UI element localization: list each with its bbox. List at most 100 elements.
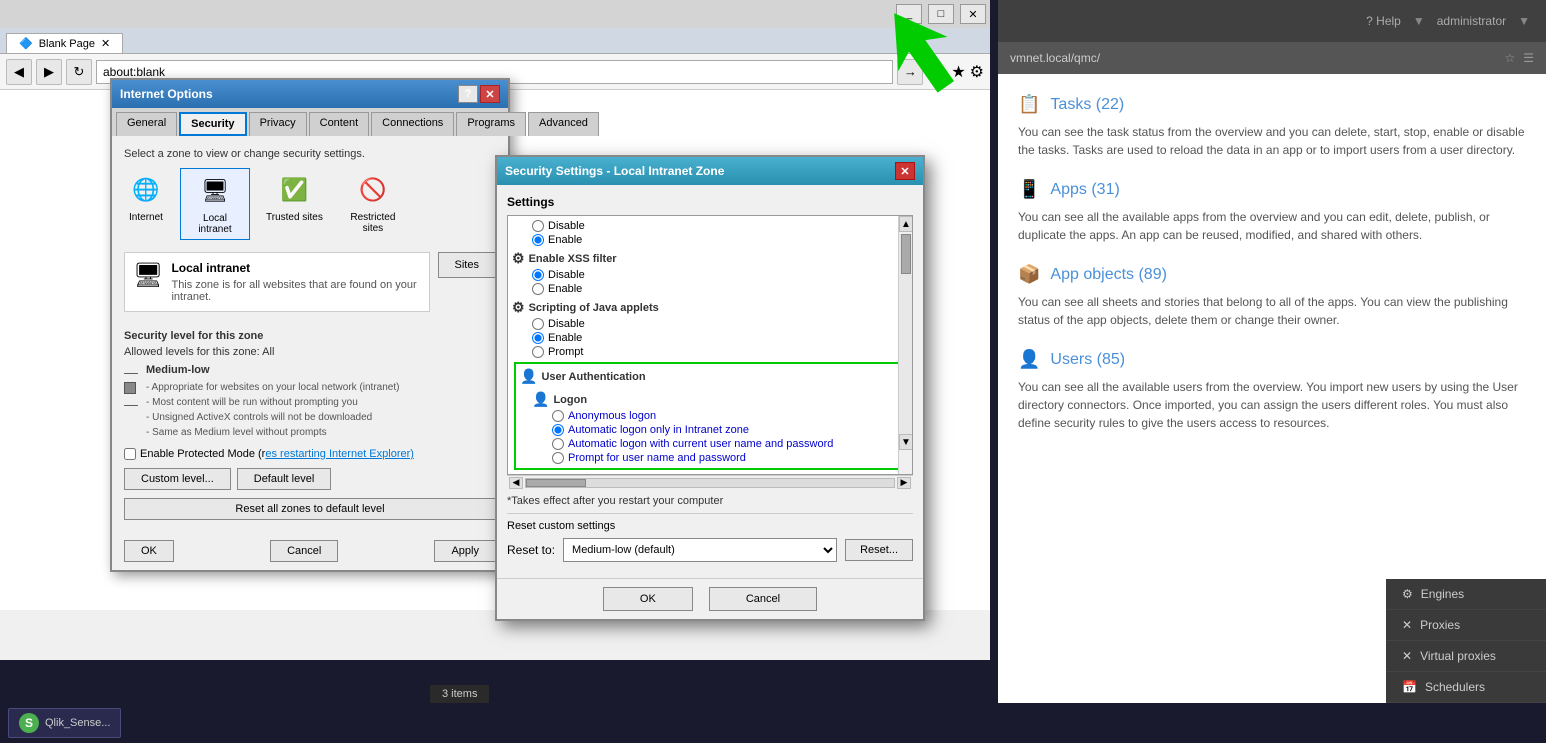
radio-input-xss-enable[interactable]	[532, 283, 544, 295]
users-label[interactable]: Users (85)	[1050, 351, 1125, 369]
ok-button[interactable]: OK	[124, 540, 174, 562]
radio-input-java-enable[interactable]	[532, 332, 544, 344]
radio-java-disable[interactable]: Disable	[532, 318, 908, 330]
custom-level-button[interactable]: Custom level...	[124, 468, 231, 490]
radio-enable-1[interactable]: Enable	[532, 234, 908, 246]
radio-java-prompt[interactable]: Prompt	[532, 346, 908, 358]
apps-section: 📱 Apps (31) You can see all the availabl…	[1018, 179, 1526, 244]
browser-titlebar: _ □ ✕	[0, 0, 990, 28]
proxies-label: Proxies	[1420, 618, 1460, 632]
tab-privacy[interactable]: Privacy	[249, 112, 307, 136]
vertical-scrollbar[interactable]: ▲ ▼	[898, 216, 912, 474]
radio-disable-1[interactable]: Disable	[532, 220, 908, 232]
sidebar-item-proxies[interactable]: ✕ Proxies	[1386, 610, 1546, 641]
zone-trusted-sites[interactable]: ✅ Trusted sites	[262, 168, 327, 240]
protect-link[interactable]: es restarting Internet Explorer)	[265, 448, 414, 460]
hscroll-thumb[interactable]	[526, 479, 586, 487]
close-browser-button[interactable]: ✕	[960, 4, 986, 24]
sidebar-item-engines[interactable]: ⚙ Engines	[1386, 579, 1546, 610]
forward-button[interactable]: ▶	[36, 59, 62, 85]
slider-thumb[interactable]	[124, 382, 136, 394]
apply-button[interactable]: Apply	[434, 540, 496, 562]
zone-select-label: Select a zone to view or change security…	[124, 148, 496, 160]
tab-advanced[interactable]: Advanced	[528, 112, 599, 136]
hscroll-right-button[interactable]: ▶	[897, 477, 911, 489]
zone-info: 🖥 Local intranet This zone is for all we…	[124, 252, 430, 312]
slider-track[interactable]: — —	[124, 364, 138, 412]
scroll-thumb[interactable]	[901, 234, 911, 274]
tab-connections[interactable]: Connections	[371, 112, 454, 136]
tasks-label[interactable]: Tasks (22)	[1050, 96, 1124, 114]
favorites-icon[interactable]: ★	[951, 62, 965, 82]
app-objects-label[interactable]: App objects (89)	[1050, 266, 1167, 284]
radio-input-auto-intranet[interactable]	[552, 424, 564, 436]
radio-auto-intranet[interactable]: Automatic logon only in Intranet zone	[552, 424, 904, 436]
radio-input-prompt[interactable]	[552, 452, 564, 464]
radio-group-1: Disable Enable	[512, 220, 908, 246]
zone-icons: 🌐 Internet 🖥 Local intranet ✅ Trusted si…	[124, 168, 496, 240]
zone-internet[interactable]: 🌐 Internet	[124, 168, 168, 240]
radio-input-disable-1[interactable]	[532, 220, 544, 232]
tab-close-button[interactable]: ✕	[101, 37, 110, 50]
tab-security[interactable]: Security	[179, 112, 246, 136]
dialog-close-button[interactable]: ✕	[480, 85, 500, 103]
protect-mode-checkbox[interactable]	[124, 448, 136, 460]
refresh-button[interactable]: ↻	[66, 59, 92, 85]
sec-ok-button[interactable]: OK	[603, 587, 693, 611]
back-button[interactable]: ◀	[6, 59, 32, 85]
reset-to-select[interactable]: Medium-low (default)	[563, 538, 837, 562]
radio-input-auto-current[interactable]	[552, 438, 564, 450]
radio-anonymous[interactable]: Anonymous logon	[552, 410, 904, 422]
security-level-section: Security level for this zone Allowed lev…	[124, 330, 496, 460]
zone-local-intranet[interactable]: 🖥 Local intranet	[180, 168, 250, 240]
menu-icon[interactable]: ☰	[1523, 51, 1534, 65]
radio-input-java-disable[interactable]	[532, 318, 544, 330]
sidebar-item-virtual-proxies[interactable]: ✕ Virtual proxies	[1386, 641, 1546, 672]
radio-java-enable[interactable]: Enable	[532, 332, 908, 344]
users-text: You can see all the available users from…	[1018, 378, 1526, 432]
radio-input-enable-1[interactable]	[532, 234, 544, 246]
star-icon[interactable]: ☆	[1504, 51, 1515, 65]
sec-cancel-button[interactable]: Cancel	[709, 587, 817, 611]
apps-label[interactable]: Apps (31)	[1050, 181, 1119, 199]
radio-xss-enable[interactable]: Enable	[532, 283, 908, 295]
home-icon[interactable]: 🏠	[927, 62, 947, 82]
sites-button[interactable]: Sites	[438, 252, 496, 278]
radio-xss-disable[interactable]: Disable	[532, 269, 908, 281]
reset-all-zones-button[interactable]: Reset all zones to default level	[124, 498, 496, 520]
scroll-up-button[interactable]: ▲	[899, 216, 913, 232]
tab-programs[interactable]: Programs	[456, 112, 526, 136]
radio-input-anonymous[interactable]	[552, 410, 564, 422]
active-tab[interactable]: 🔷 Blank Page ✕	[6, 33, 123, 53]
settings-icon[interactable]: ⚙	[970, 62, 984, 82]
scroll-down-button[interactable]: ▼	[899, 434, 913, 450]
radio-label-enable-1: Enable	[548, 234, 582, 246]
default-level-button[interactable]: Default level	[237, 468, 332, 490]
sec-footer: OK Cancel	[497, 578, 923, 619]
zone-restricted-sites[interactable]: 🚫 Restricted sites	[339, 168, 407, 240]
taskbar-item-qliksense[interactable]: S Qlik_Sense...	[8, 708, 121, 738]
radio-input-xss-disable[interactable]	[532, 269, 544, 281]
maximize-button[interactable]: □	[928, 4, 954, 24]
sec-close-button[interactable]: ✕	[895, 162, 915, 180]
hscroll-left-button[interactable]: ◀	[509, 477, 523, 489]
reset-button[interactable]: Reset...	[845, 539, 913, 561]
help-link[interactable]: ? Help	[1366, 14, 1401, 28]
sec-reset-row: Reset custom settings	[507, 513, 913, 538]
radio-label-xss-enable: Enable	[548, 283, 582, 295]
zone-info-icon: 🖥	[133, 261, 163, 290]
user-menu[interactable]: administrator	[1437, 14, 1506, 28]
user-auth-header: 👤 User Authentication	[516, 364, 904, 389]
radio-auto-current[interactable]: Automatic logon with current user name a…	[552, 438, 904, 450]
dialog-help-button[interactable]: ?	[458, 85, 478, 103]
minimize-button[interactable]: _	[896, 4, 922, 24]
sidebar-item-schedulers[interactable]: 📅 Schedulers	[1386, 672, 1546, 703]
radio-prompt[interactable]: Prompt for user name and password	[552, 452, 904, 464]
slider-text: Medium-low - Appropriate for websites on…	[146, 364, 496, 440]
cancel-button[interactable]: Cancel	[270, 540, 338, 562]
go-button[interactable]: →	[897, 59, 923, 85]
radio-input-java-prompt[interactable]	[532, 346, 544, 358]
tab-general[interactable]: General	[116, 112, 177, 136]
tab-content[interactable]: Content	[309, 112, 370, 136]
horizontal-scrollbar[interactable]: ◀ ▶	[507, 475, 913, 489]
